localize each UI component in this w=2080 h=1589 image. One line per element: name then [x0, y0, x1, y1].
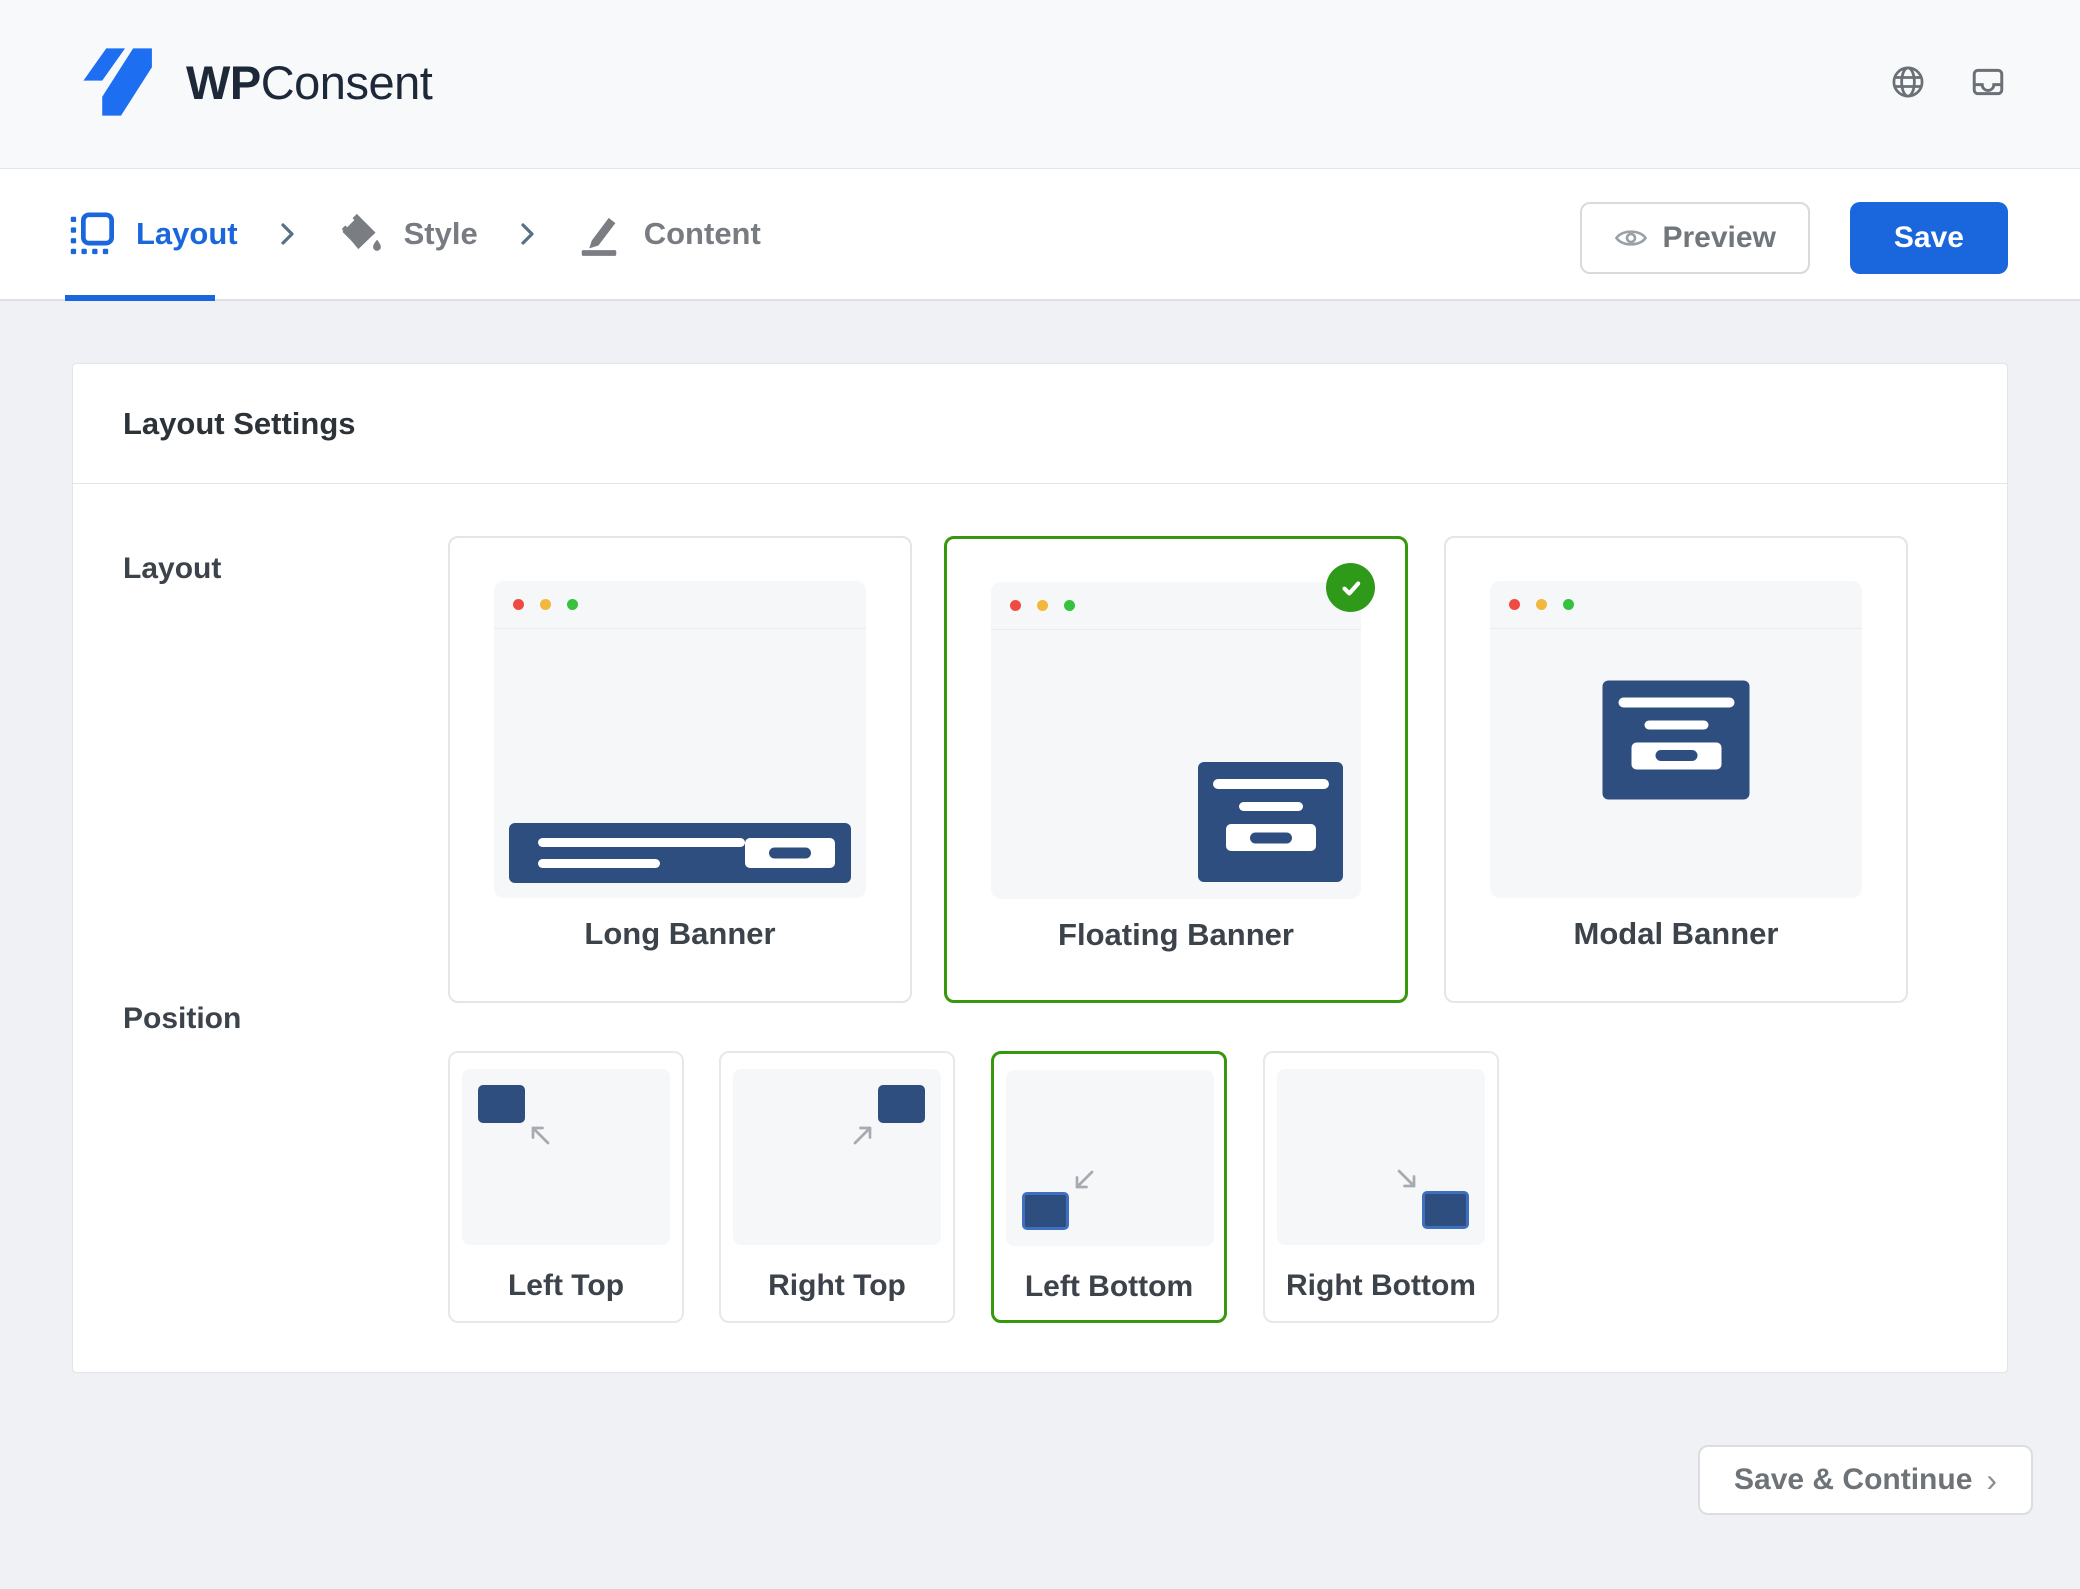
banner-button-pill [1250, 832, 1292, 843]
traffic-dot-green [1563, 599, 1574, 610]
traffic-dot-yellow [1536, 599, 1547, 610]
tab-layout-label: Layout [136, 216, 238, 252]
traffic-dot-red [1010, 600, 1021, 611]
long-banner-preview [509, 823, 851, 883]
position-preview-box [1006, 1070, 1214, 1246]
banner-text-line [1644, 720, 1708, 729]
pencil-icon [576, 211, 622, 257]
floating-banner-preview [1198, 762, 1343, 882]
chevron-right-icon [276, 217, 298, 251]
paint-bucket-icon [336, 211, 382, 257]
layout-option-modal-banner[interactable]: Modal Banner [1444, 536, 1908, 1003]
position-preview-box [733, 1069, 941, 1245]
preview-button-label: Preview [1663, 221, 1776, 255]
banner-accept-button-shape [1631, 742, 1721, 769]
position-preview-box [1277, 1069, 1485, 1245]
arrow-down-right-icon [1394, 1166, 1421, 1193]
browser-mockup [991, 582, 1361, 899]
banner-position-rect [1022, 1192, 1069, 1230]
traffic-dot-red [513, 599, 524, 610]
browser-mockup [494, 581, 866, 898]
brand-name-light: Consent [261, 56, 433, 109]
tab-style-label: Style [404, 216, 478, 252]
browser-mockup [1490, 581, 1862, 898]
save-continue-label: Save & Continue [1734, 1463, 1972, 1497]
layout-settings-panel: Layout Settings Layout Long Banner [72, 363, 2008, 1373]
preview-button[interactable]: Preview [1580, 202, 1810, 274]
wpconsent-logo-icon [70, 40, 164, 124]
globe-icon[interactable] [1890, 64, 1926, 100]
layout-option-label: Long Banner [450, 916, 910, 952]
browser-titlebar [494, 581, 866, 629]
position-row-label: Position [123, 1002, 241, 1036]
banner-button-pill [1655, 750, 1697, 761]
position-option-right-top[interactable]: Right Top [719, 1051, 955, 1323]
tab-layout[interactable]: Layout [70, 212, 238, 256]
traffic-dot-red [1509, 599, 1520, 610]
banner-position-rect [1422, 1191, 1469, 1229]
traffic-dot-yellow [1037, 600, 1048, 611]
save-button-label: Save [1894, 221, 1964, 255]
traffic-dot-green [567, 599, 578, 610]
browser-titlebar [1490, 581, 1862, 629]
position-option-left-top[interactable]: Left Top [448, 1051, 684, 1323]
chevron-right-icon [516, 217, 538, 251]
layout-option-label: Modal Banner [1446, 916, 1906, 952]
layout-row-label: Layout [123, 552, 221, 586]
selected-check-icon [1326, 563, 1375, 612]
arrow-up-right-icon [850, 1121, 877, 1148]
traffic-dot-yellow [540, 599, 551, 610]
browser-titlebar [991, 582, 1361, 630]
layout-option-long-banner[interactable]: Long Banner [448, 536, 912, 1003]
position-option-label: Left Bottom [994, 1270, 1224, 1304]
banner-text-line [1239, 802, 1303, 811]
brand-name-bold: WP [186, 56, 261, 109]
chevron-right-icon: › [1986, 1464, 1997, 1496]
panel-header: Layout Settings [73, 364, 2007, 484]
layout-option-label: Floating Banner [947, 917, 1405, 953]
position-option-left-bottom[interactable]: Left Bottom [991, 1051, 1227, 1323]
banner-accept-button-shape [745, 838, 835, 868]
eye-icon [1614, 226, 1648, 250]
brand-logo: WPConsent [70, 40, 432, 124]
tab-content-label: Content [644, 216, 761, 252]
banner-text-line [538, 859, 660, 868]
banner-position-rect [878, 1085, 925, 1123]
position-option-label: Right Top [721, 1269, 953, 1303]
banner-text-line [538, 838, 745, 847]
tab-style[interactable]: Style [336, 211, 478, 257]
brand-name: WPConsent [186, 55, 432, 110]
traffic-dot-green [1064, 600, 1075, 611]
banner-button-pill [769, 848, 811, 859]
panel-title: Layout Settings [123, 406, 356, 442]
position-preview-box [462, 1069, 670, 1245]
banner-position-rect [478, 1085, 525, 1123]
position-option-right-bottom[interactable]: Right Bottom [1263, 1051, 1499, 1323]
app-header: WPConsent [0, 0, 2080, 168]
position-option-label: Right Bottom [1265, 1269, 1497, 1303]
arrow-down-left-icon [1070, 1167, 1097, 1194]
save-continue-button[interactable]: Save & Continue › [1698, 1445, 2033, 1515]
position-option-label: Left Top [450, 1269, 682, 1303]
layout-option-floating-banner[interactable]: Floating Banner [944, 536, 1408, 1003]
layout-icon [70, 212, 114, 256]
modal-banner-preview [1603, 680, 1750, 799]
tab-content[interactable]: Content [576, 211, 761, 257]
banner-text-line [1618, 697, 1734, 707]
banner-text-line [1213, 779, 1329, 789]
arrow-up-left-icon [526, 1121, 553, 1148]
banner-accept-button-shape [1226, 824, 1316, 851]
wizard-tab-bar: Layout Style Content [0, 168, 2080, 301]
inbox-tray-icon[interactable] [1970, 64, 2006, 100]
active-tab-underline [65, 295, 215, 301]
save-button[interactable]: Save [1850, 202, 2008, 274]
